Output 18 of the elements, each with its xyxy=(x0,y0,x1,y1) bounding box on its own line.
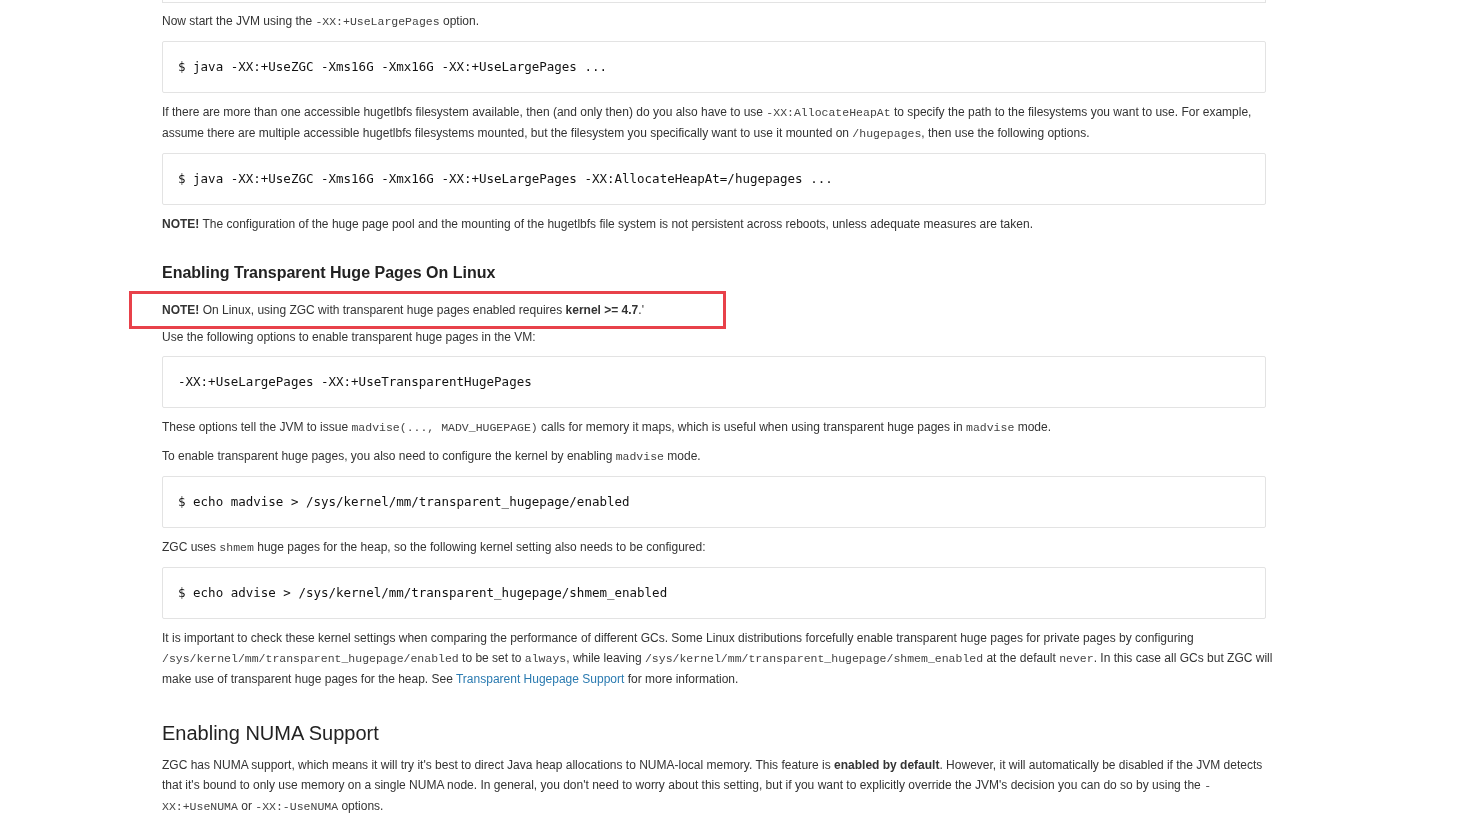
code-block: $ java -XX:+UseZGC -Xms16G -Xmx16G -XX:+UseLargePages -XX:AllocateHeapAt=/hugepages ... xyxy=(162,153,1266,205)
doc-link[interactable]: Transparent Hugepage Support xyxy=(456,672,625,686)
paragraph: ZGC has NUMA support, which means it will try it's best to direct Java heap allocations to NUMA-local memory. This feature is enabled by default. However, it will automatically be disabled if the JVM detects that it's bound to only use memory on a single NUMA node. In general, you don't need to worry about this setting, but if you want to explicitly override the JVM's decision you can do so by using the -XX:+UseNUMA or -XX:-UseNUMA options. xyxy=(162,757,1264,815)
code-block: $ java -XX:+UseZGC -Xms16G -Xmx16G -XX:+UseLargePages ... xyxy=(162,41,1266,93)
code-block: $ echo advise > /sys/kernel/mm/transparent_hugepage/shmem_enabled xyxy=(162,567,1266,619)
section-heading: Enabling Transparent Huge Pages On Linux xyxy=(162,263,497,283)
paragraph: ZGC uses shmem huge pages for the heap, so the following kernel setting also needs to be configured: xyxy=(162,539,707,556)
paragraph: It is important to check these kernel settings when comparing the performance of different GCs. Some Linux distributions forcefully enable transparent huge pages for private pages by configuring /sys/kernel/mm/transparent_hugepage/enabled to be set to always, while leaving /sys/kernel/mm/transparent_hugepage/shmem_enabled at the default never. In this case all GCs but ZGC will make use of transparent huge pages for the heap. See Transparent Hugepage Support for more information. xyxy=(162,630,1274,688)
paragraph: To enable transparent huge pages, you also need to configure the kernel by enabling madvise mode. xyxy=(162,448,702,465)
paragraph: Use the following options to enable transparent huge pages in the VM: xyxy=(162,329,537,346)
paragraph: NOTE! The configuration of the huge page pool and the mounting of the hugetlbfs file system is not persistent across reboots, unless adequate measures are taken. xyxy=(162,216,1034,233)
paragraph: If there are more than one accessible hugetlbfs filesystem available, then (and only then) do you also have to use -XX:AllocateHeapAt to specify the path to the filesystems you want to use. For example, assume there are multiple accessible hugetlbfs filesystems mounted, but the filesystem you specifically want to use it mounted on /hugepages, then use the following options. xyxy=(162,104,1253,142)
code-block: $ echo madvise > /sys/kernel/mm/transparent_hugepage/enabled xyxy=(162,476,1266,528)
code-block: -XX:+UseLargePages -XX:+UseTransparentHugePages xyxy=(162,356,1266,408)
section-heading: Enabling NUMA Support xyxy=(162,721,380,746)
paragraph: These options tell the JVM to issue madvise(..., MADV_HUGEPAGE) calls for memory it maps, which is useful when using transparent huge pages in madvise mode. xyxy=(162,419,1052,436)
paragraph: NOTE! On Linux, using ZGC with transparent huge pages enabled requires kernel >= 4.7.' xyxy=(162,302,645,319)
paragraph: Now start the JVM using the -XX:+UseLargePages option. xyxy=(162,13,480,30)
